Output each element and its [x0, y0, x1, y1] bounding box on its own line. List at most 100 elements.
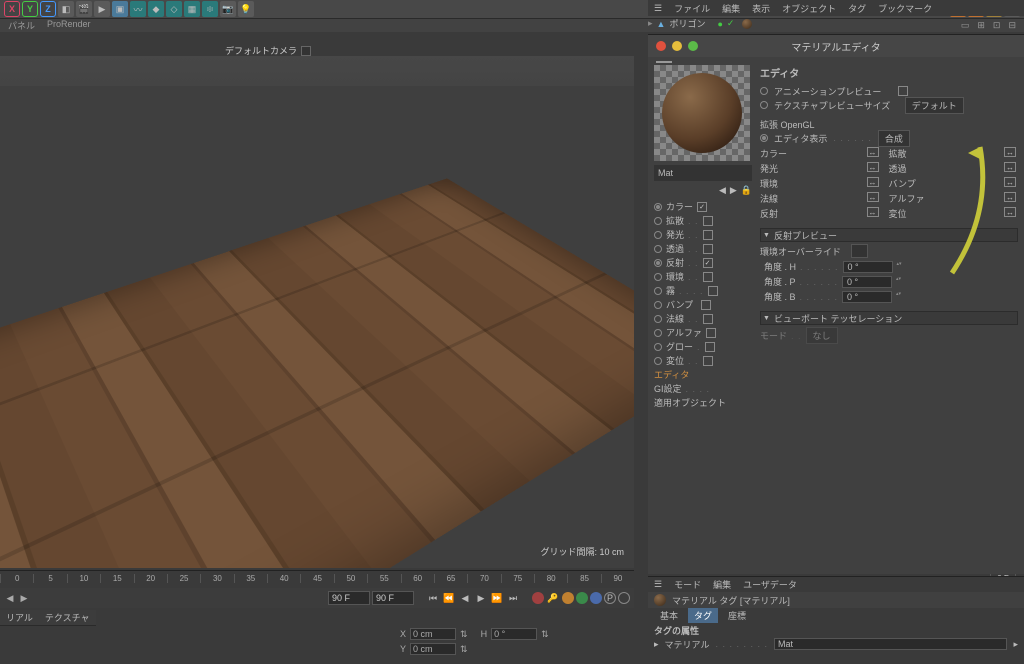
tab-coord[interactable]: 座標 [722, 608, 752, 623]
reflection-preview-header[interactable]: ▼反射プレビュー [760, 228, 1018, 242]
key-scale-icon[interactable] [576, 592, 588, 604]
menu-edit[interactable]: 編集 [722, 2, 740, 15]
play-back-icon[interactable]: ◀ [458, 591, 472, 605]
timeline-ruler[interactable]: 05 1015 2025 3035 4045 5055 6065 7075 80… [0, 570, 634, 586]
editor-display-dropdown[interactable]: 合成 [878, 130, 910, 147]
gl-disp-toggle[interactable]: ↔ [1004, 207, 1016, 217]
tag-material-field[interactable]: Mat [774, 638, 1008, 650]
prev-mat-icon[interactable]: ◀ [719, 185, 726, 196]
axis-x-button[interactable]: X [4, 1, 20, 17]
render-icon[interactable]: ▶ [94, 1, 110, 17]
texture-tab[interactable]: テクスチャ [45, 611, 90, 624]
attr-edit[interactable]: 編集 [713, 578, 731, 591]
prev-arrow-icon[interactable]: ◀ [4, 592, 16, 604]
out-frame-field[interactable]: 90 F [372, 591, 414, 605]
gl-trans-toggle[interactable]: ↔ [1004, 162, 1016, 172]
channel-color[interactable]: カラー✓ [654, 200, 752, 213]
menu-file[interactable]: ファイル [674, 2, 710, 15]
array-icon[interactable]: ፨ [202, 1, 218, 17]
tag-material-arrow-icon[interactable]: ▸ [1013, 639, 1018, 650]
next-mat-icon[interactable]: ▶ [730, 185, 737, 196]
play-icon[interactable]: ▶ [474, 591, 488, 605]
vp-btn3-icon[interactable]: ⊡ [993, 20, 1001, 31]
material-tab[interactable]: リアル [6, 611, 33, 624]
generator2-icon[interactable]: ◇ [166, 1, 182, 17]
channel-assign[interactable]: 適用オブジェクト [654, 396, 752, 409]
menu-bookmark[interactable]: ブックマーク [878, 2, 932, 15]
attr-mode[interactable]: モード [674, 578, 701, 591]
editor-display-row[interactable]: エディタ表示 . . . . . . 合成 [760, 131, 1018, 145]
vp-btn4-icon[interactable]: ⊟ [1008, 20, 1016, 31]
lock-icon[interactable]: 🔒 [741, 185, 752, 196]
vp-btn1-icon[interactable]: ▭ [961, 20, 970, 31]
panel-tab[interactable]: パネル [8, 19, 35, 32]
object-tree-item[interactable]: ▸▲ポリゴン ●✓ [648, 17, 752, 30]
next-arrow-icon[interactable]: ▶ [18, 592, 30, 604]
key-pla-icon[interactable] [618, 592, 630, 604]
channel-gi[interactable]: GI設定. . . . [654, 382, 752, 395]
key-param-icon[interactable]: P [604, 592, 616, 604]
axis-y-button[interactable]: Y [22, 1, 38, 17]
channel-fog[interactable]: 霧. . . . [654, 284, 752, 297]
gl-bump-toggle[interactable]: ↔ [1004, 177, 1016, 187]
cube-icon[interactable]: ▣ [112, 1, 128, 17]
env-override-dropdown[interactable] [851, 244, 868, 258]
tex-preview-size-row[interactable]: テクスチャプレビューサイズ デフォルト [760, 98, 1018, 112]
tessellation-header[interactable]: ▼ビューポート テッセレーション [760, 311, 1018, 325]
gl-norm-toggle[interactable]: ↔ [867, 192, 879, 202]
x-field[interactable]: 0 cm [410, 628, 456, 640]
minimize-icon[interactable] [672, 41, 682, 51]
autokey-icon[interactable]: 🔑 [546, 591, 560, 605]
tex-preview-dropdown[interactable]: デフォルト [905, 97, 964, 114]
menu-tag[interactable]: タグ [848, 2, 866, 15]
gl-alpha-toggle[interactable]: ↔ [1004, 192, 1016, 202]
channel-environment[interactable]: 環境. . [654, 270, 752, 283]
menu-object[interactable]: オブジェクト [782, 2, 836, 15]
tab-basic[interactable]: 基本 [654, 608, 684, 623]
light-icon[interactable]: 💡 [238, 1, 254, 17]
y-field[interactable]: 0 cm [410, 643, 456, 655]
step-back-icon[interactable]: ⏪ [442, 591, 456, 605]
attr-userdata[interactable]: ユーザデータ [743, 578, 797, 591]
material-preview[interactable] [654, 65, 750, 161]
anim-preview-row[interactable]: アニメーションプレビュー [760, 84, 1018, 98]
channel-glow[interactable]: グロー. [654, 340, 752, 353]
angle-p-field[interactable]: 0 ° [842, 276, 892, 288]
menu-view[interactable]: 表示 [752, 2, 770, 15]
goto-start-icon[interactable]: ⏮ [426, 591, 440, 605]
angle-b-field[interactable]: 0 ° [842, 291, 892, 303]
channel-bump[interactable]: バンプ [654, 298, 752, 311]
close-icon[interactable] [656, 41, 666, 51]
camera-icon[interactable]: 📷 [220, 1, 236, 17]
gl-lum-toggle[interactable]: ↔ [867, 162, 879, 172]
viewport[interactable]: グリッド間隔: 10 cm [0, 56, 634, 568]
channel-editor[interactable]: エディタ [654, 368, 752, 381]
clapper-icon[interactable]: 🎬 [76, 1, 92, 17]
channel-transparency[interactable]: 透過. . [654, 242, 752, 255]
step-fwd-icon[interactable]: ⏩ [490, 591, 504, 605]
deformer-icon[interactable]: ▦ [184, 1, 200, 17]
material-editor-titlebar[interactable]: マテリアルエディタ [648, 35, 1024, 57]
channel-displacement[interactable]: 変位. . [654, 354, 752, 367]
generator-icon[interactable]: ◆ [148, 1, 164, 17]
channel-diffuse[interactable]: 拡散. . [654, 214, 752, 227]
channel-luminance[interactable]: 発光. . [654, 228, 752, 241]
angle-h-field[interactable]: 0 ° [843, 261, 893, 273]
gl-refl-toggle[interactable]: ↔ [867, 207, 879, 217]
coord-icon[interactable]: ◧ [58, 1, 74, 17]
material-tag-row[interactable]: マテリアル タグ [マテリアル] [648, 592, 1024, 608]
tess-mode-dropdown[interactable]: なし [806, 327, 838, 344]
gl-diffuse-toggle[interactable]: ↔ [1004, 147, 1016, 157]
material-name-field[interactable]: Mat [654, 165, 752, 181]
spline-icon[interactable]: 〰 [130, 1, 146, 17]
tab-tag[interactable]: タグ [688, 608, 718, 623]
prorender-tab[interactable]: ProRender [47, 19, 91, 32]
channel-reflectance[interactable]: 反射. .✓ [654, 256, 752, 269]
axis-z-button[interactable]: Z [40, 1, 56, 17]
camera-swatch-icon[interactable] [301, 46, 311, 56]
gl-env-toggle[interactable]: ↔ [867, 177, 879, 187]
zoom-icon[interactable] [688, 41, 698, 51]
channel-alpha[interactable]: アルファ [654, 326, 752, 339]
in-frame-field[interactable]: 90 F [328, 591, 370, 605]
key-pos-icon[interactable] [562, 592, 574, 604]
